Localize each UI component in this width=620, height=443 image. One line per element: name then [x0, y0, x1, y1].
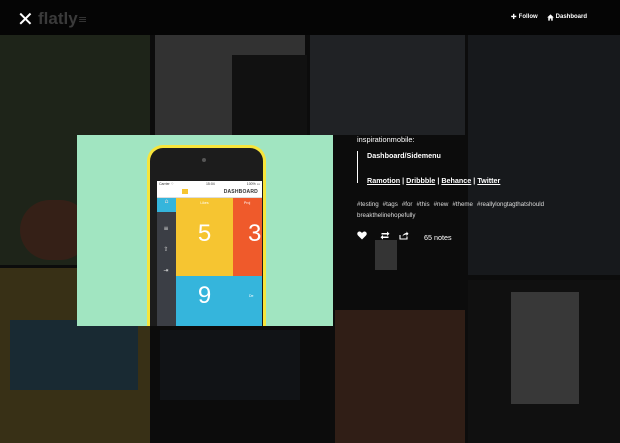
tag-link[interactable]: #tags [383, 201, 398, 208]
link-separator: | [437, 176, 440, 185]
tag-link[interactable]: #testing [357, 201, 379, 208]
list-icon: ≡ [163, 225, 169, 232]
app-sidebar: ⌂ ≡ ⇧ ⇥ [157, 198, 176, 326]
phone-body: Carrier ⌔ 15:04 100% ▭ DASHBOARD ⌂ ≡ ⇧ ⇥ [150, 148, 263, 326]
credit-links: Ramotion | Dribbble | Behance | Twitter [367, 176, 500, 185]
top-links: ✚ Follow Dashboard [511, 13, 587, 21]
link-separator: | [473, 176, 476, 185]
app-body: ⌂ ≡ ⇧ ⇥ Likes 5 Proj 3 9 De [157, 198, 262, 326]
ramotion-link[interactable]: Ramotion [367, 176, 400, 185]
top-bar: flatly ≡ ✚ Follow Dashboard [0, 0, 620, 35]
design-tile: De [233, 276, 262, 326]
status-time: 15:04 [205, 182, 215, 186]
tag-link[interactable]: #theme [452, 201, 473, 208]
upload-icon: ⇧ [163, 246, 169, 253]
projects-value: 3 [248, 220, 262, 247]
likes-label: Likes [200, 201, 209, 205]
home-icon [546, 13, 554, 21]
tag-link[interactable]: #for [402, 201, 413, 208]
blog-name[interactable]: inspirationmobile: [357, 135, 415, 144]
caption-quote: Dashboard/Sidemenu Ramotion | Dribbble |… [357, 151, 528, 185]
stat-tile: 9 [176, 276, 233, 326]
share-icon[interactable] [399, 231, 409, 243]
reblog-icon[interactable] [380, 231, 390, 243]
menu-icon[interactable]: ≡ [78, 13, 87, 26]
close-icon[interactable]: ✕ [17, 9, 34, 29]
stat-value: 9 [197, 282, 212, 309]
dribbble-link[interactable]: Dribbble [406, 176, 435, 185]
phone-camera [202, 158, 206, 162]
likes-value: 5 [197, 220, 212, 247]
plus-icon: ✚ [510, 13, 517, 21]
app-header: DASHBOARD [157, 187, 262, 198]
status-carrier: Carrier ⌔ [159, 182, 174, 186]
home-icon: ⌂ [157, 198, 176, 212]
phone-status-bar: Carrier ⌔ 15:04 100% ▭ [157, 181, 262, 187]
follow-link[interactable]: ✚ Follow [511, 13, 538, 21]
dashboard-label: Dashboard [555, 14, 587, 20]
status-battery: 100% ▭ [246, 182, 260, 186]
behance-link[interactable]: Behance [441, 176, 471, 185]
post-photo[interactable]: Carrier ⌔ 15:04 100% ▭ DASHBOARD ⌂ ≡ ⇧ ⇥ [77, 135, 333, 326]
phone-screen: Carrier ⌔ 15:04 100% ▭ DASHBOARD ⌂ ≡ ⇧ ⇥ [157, 181, 262, 326]
design-label: De [249, 294, 254, 298]
logout-icon: ⇥ [163, 267, 169, 274]
twitter-link[interactable]: Twitter [477, 176, 500, 185]
likes-tile: Likes 5 [176, 198, 233, 276]
follow-label: Follow [518, 14, 538, 20]
phone-mockup: Carrier ⌔ 15:04 100% ▭ DASHBOARD ⌂ ≡ ⇧ ⇥ [147, 145, 266, 326]
link-separator: | [402, 176, 405, 185]
tag-link[interactable]: #new [434, 201, 449, 208]
tag-link[interactable]: #this [416, 201, 429, 208]
notes-count[interactable]: 65 notes [424, 233, 452, 242]
heart-icon[interactable] [357, 231, 367, 243]
projects-tile: Proj 3 [233, 198, 262, 276]
dashboard-link[interactable]: Dashboard [546, 13, 587, 21]
projects-label: Proj [244, 201, 251, 205]
app-title: DASHBOARD [223, 189, 258, 195]
app-menu-icon [182, 189, 188, 194]
tag-list: #testing #tags #for #this #new #theme #reallyl… [357, 199, 547, 221]
post-actions: 65 notes [357, 231, 452, 243]
caption-title: Dashboard/Sidemenu [367, 151, 441, 160]
site-logo[interactable]: flatly [38, 9, 78, 29]
